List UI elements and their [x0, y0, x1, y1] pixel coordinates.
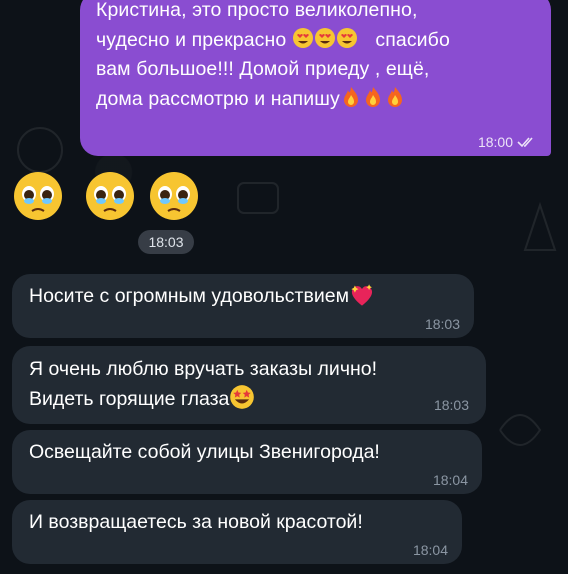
message-meta: 18:00: [478, 134, 537, 150]
doodle-icon: [499, 414, 542, 446]
doodle-icon: [523, 201, 557, 251]
message-time: 18:00: [477, 134, 513, 150]
message-text-line: Видеть горящие глаза: [29, 384, 377, 414]
pleading-face-sticker-icon[interactable]: [148, 170, 200, 222]
double-check-icon: [517, 137, 533, 148]
message-line-part: спасибо: [375, 28, 450, 51]
fire-emoji-icon: [387, 86, 402, 107]
fire-emoji-icon: [343, 86, 358, 107]
heart-eyes-emoji-icon: [292, 27, 313, 48]
outgoing-message[interactable]: Кристина, это просто великолепно, чудесн…: [80, 0, 551, 156]
incoming-message[interactable]: Я очень люблю вручать заказы лично! Виде…: [12, 346, 486, 424]
pleading-face-sticker-icon[interactable]: [84, 170, 136, 222]
incoming-message-text: И возвращаетесь за новой красотой!: [29, 511, 363, 533]
pleading-face-sticker-icon[interactable]: [12, 170, 64, 222]
star-struck-icon: [230, 385, 255, 409]
incoming-message[interactable]: И возвращаетесь за новой красотой! 18:04: [12, 500, 462, 564]
incoming-message[interactable]: Освещайте собой улицы Звенигорода! 18:04: [12, 430, 482, 494]
heart-eyes-emoji-icon: [336, 27, 357, 48]
message-line: чудесно и прекрасно спасибо: [96, 26, 541, 56]
message-time: 18:03: [424, 316, 460, 332]
message-text-line: Я очень люблю вручать заказы лично!: [29, 358, 378, 380]
doodle-icon: [237, 182, 279, 214]
message-line: вам большое!!! Домой приеду , ещё,: [96, 58, 430, 80]
message-line-part: дома рассмотрю и напишу: [96, 87, 340, 110]
message-line-part: чудесно и прекрасно: [96, 28, 287, 51]
message-line: дома рассмотрю и напишу: [96, 85, 541, 115]
incoming-message[interactable]: Носите с огромным удовольствием 18:03: [12, 274, 474, 338]
message-time: 18:03: [433, 397, 469, 413]
incoming-message-text: Носите с огромным удовольствием: [29, 282, 375, 311]
message-time: 18:04: [432, 472, 468, 488]
sticker-time-badge: 18:03: [138, 230, 194, 254]
heart-eyes-emoji-icon: [314, 27, 335, 48]
outgoing-message-text: Кристина, это просто великолепно, чудесн…: [96, 0, 541, 114]
sparkling-heart-icon: [351, 284, 373, 306]
fire-emoji-icon: [365, 86, 380, 107]
message-text-line: Носите с огромным удовольствием: [29, 285, 349, 307]
message-text-part: Видеть горящие глаза: [29, 388, 230, 410]
incoming-message-text: Освещайте собой улицы Звенигорода!: [29, 441, 380, 463]
incoming-message-text: Я очень люблю вручать заказы лично! Виде…: [29, 355, 377, 414]
message-time: 18:04: [412, 542, 448, 558]
message-line: Кристина, это просто великолепно,: [96, 0, 418, 21]
sticker-group[interactable]: [12, 170, 212, 226]
